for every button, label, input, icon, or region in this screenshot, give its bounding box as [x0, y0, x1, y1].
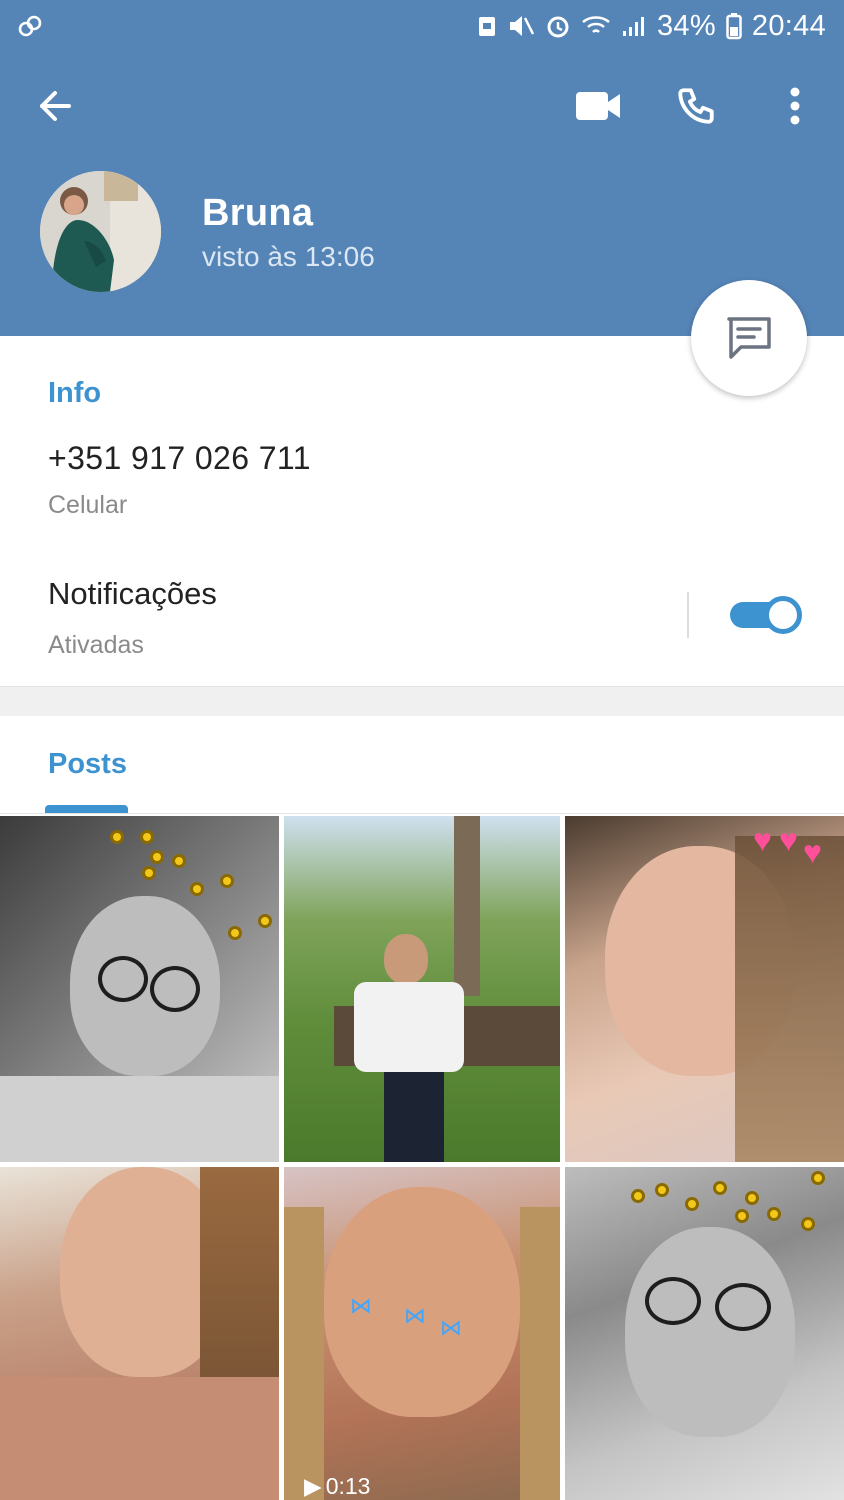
- more-vert-icon: [790, 87, 800, 125]
- video-duration-badge: ▶ 0:13: [298, 1470, 376, 1500]
- info-section-title: Info: [48, 377, 102, 409]
- avatar[interactable]: [40, 171, 161, 292]
- last-seen-status: visto às 13:06: [202, 241, 375, 272]
- section-separator: [0, 686, 844, 716]
- notifications-title: Notificações: [48, 576, 217, 611]
- posts-tab-bar: Posts: [0, 716, 844, 814]
- more-options-button[interactable]: [767, 78, 823, 134]
- post-thumbnail[interactable]: ⋈ ⋈ ⋈ ▶ 0:13: [284, 1167, 560, 1500]
- profile-header: 34% 20:44 Bruna visto às 13:06: [0, 0, 844, 336]
- phone-icon: [678, 88, 714, 124]
- video-duration: 0:13: [325, 1472, 371, 1499]
- link-icon: [16, 12, 44, 40]
- battery-icon: [726, 12, 742, 40]
- posts-grid: ♥ ♥ ♥ ⋈ ⋈ ⋈ ▶ 0:13: [0, 816, 844, 1500]
- message-icon: [727, 317, 771, 359]
- tab-indicator: [45, 805, 128, 813]
- post-thumbnail[interactable]: [284, 816, 560, 1162]
- post-thumbnail[interactable]: ♥ ♥ ♥: [565, 816, 844, 1162]
- status-bar: 34% 20:44: [0, 0, 844, 52]
- divider: [687, 592, 689, 638]
- phone-label: Celular: [48, 491, 128, 519]
- notifications-toggle[interactable]: [730, 596, 802, 634]
- play-icon: ▶: [304, 1472, 322, 1499]
- video-call-button[interactable]: [570, 78, 626, 134]
- notifications-status: Ativadas: [48, 631, 144, 659]
- arrow-back-icon: [40, 91, 71, 121]
- mute-icon: [507, 14, 535, 38]
- tab-posts[interactable]: Posts: [48, 748, 127, 781]
- back-button[interactable]: [27, 78, 83, 134]
- call-button[interactable]: [668, 78, 724, 134]
- alarm-icon: [545, 13, 571, 39]
- profile-name: Bruna: [202, 192, 314, 234]
- battery-percent: 34%: [656, 9, 716, 42]
- status-icons: 34% 20:44: [477, 6, 826, 46]
- send-message-button[interactable]: [691, 280, 807, 396]
- post-thumbnail[interactable]: [0, 816, 279, 1162]
- wifi-icon: [581, 14, 611, 38]
- post-thumbnail[interactable]: [565, 1167, 844, 1500]
- toggle-knob: [764, 596, 802, 634]
- clock: 20:44: [751, 9, 826, 42]
- post-thumbnail[interactable]: [0, 1167, 279, 1500]
- notifications-row[interactable]: Notificações Ativadas: [0, 560, 844, 684]
- phone-number[interactable]: +351 917 026 711: [48, 440, 311, 477]
- avatar-photo: [40, 171, 161, 292]
- signal-icon: [621, 14, 647, 38]
- video-camera-icon: [576, 92, 620, 120]
- data-saver-icon: [477, 14, 497, 38]
